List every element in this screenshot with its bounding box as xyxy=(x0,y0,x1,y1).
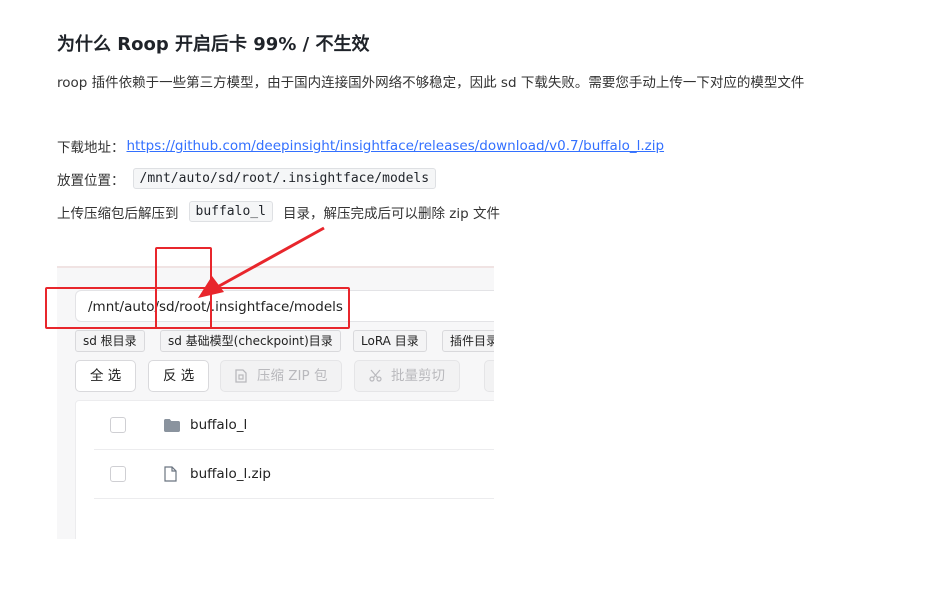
location-path-code: /mnt/auto/sd/root/.insightface/models xyxy=(132,168,437,189)
quick-dir-plugins[interactable]: 插件目录 xyxy=(442,330,494,352)
download-link[interactable]: https://github.com/deepinsight/insightfa… xyxy=(127,138,665,154)
location-row: 放置位置： /mnt/auto/sd/root/.insightface/mod… xyxy=(57,168,444,189)
select-all-button[interactable]: 全 选 xyxy=(75,360,137,392)
file-list: buffalo_l buffalo_l.zip xyxy=(75,400,494,539)
download-row: 下载地址： https://github.com/deepinsight/ins… xyxy=(57,136,664,156)
row-checkbox[interactable] xyxy=(110,417,126,433)
root-highlight-box xyxy=(155,247,212,329)
zip-button[interactable]: 压缩 ZIP 包 xyxy=(220,360,343,392)
batch-cut-label: 批量剪切 xyxy=(391,368,445,384)
intro-text: roop 插件依赖于一些第三方模型，由于国内连接国外网络不够稳定，因此 sd 下… xyxy=(57,75,805,91)
zip-button-label: 压缩 ZIP 包 xyxy=(257,368,328,384)
file-icon xyxy=(164,466,177,482)
upload-dir-code: buffalo_l xyxy=(188,201,273,222)
quick-dir-lora[interactable]: LoRA 目录 xyxy=(353,330,427,352)
file-name: buffalo_l.zip xyxy=(190,466,271,482)
upload-suffix: 目录，解压完成后可以删除 zip 文件 xyxy=(282,205,500,222)
row-checkbox[interactable] xyxy=(110,466,126,482)
batch-cut-button[interactable]: 批量剪切 xyxy=(354,360,460,392)
more-action-button[interactable] xyxy=(484,360,494,392)
list-item[interactable]: buffalo_l xyxy=(76,401,494,449)
page-title: 为什么 Roop 开启后卡 99% / 不生效 xyxy=(57,34,370,55)
list-item[interactable]: buffalo_l.zip xyxy=(76,450,494,498)
upload-row: 上传压缩包后解压到 buffalo_l 目录，解压完成后可以删除 zip 文件 xyxy=(57,201,500,222)
quick-dir-checkpoint[interactable]: sd 基础模型(checkpoint)目录 xyxy=(160,330,341,352)
zip-icon xyxy=(235,369,247,383)
download-label: 下载地址： xyxy=(57,140,125,156)
row-divider xyxy=(94,498,494,499)
upload-prefix: 上传压缩包后解压到 xyxy=(57,205,179,222)
file-name: buffalo_l xyxy=(190,417,248,433)
invert-selection-button[interactable]: 反 选 xyxy=(148,360,210,392)
location-label: 放置位置： xyxy=(57,172,125,189)
quick-dir-sd-root[interactable]: sd 根目录 xyxy=(75,330,145,352)
folder-icon xyxy=(164,418,180,432)
scissors-icon xyxy=(369,369,382,382)
